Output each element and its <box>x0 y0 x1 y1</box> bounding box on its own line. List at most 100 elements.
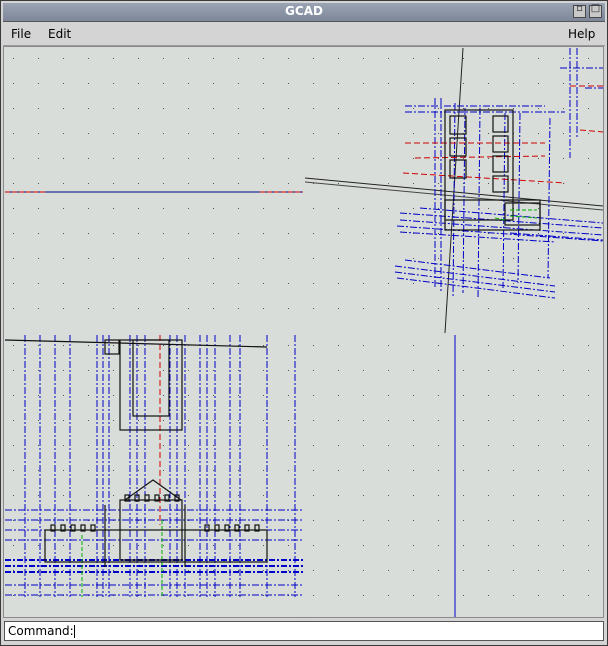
grid-dot <box>338 83 339 84</box>
grid-dot <box>588 520 589 521</box>
grid-dot <box>488 108 489 109</box>
grid-dot <box>438 495 439 496</box>
grid-dot <box>263 208 264 209</box>
grid-dot <box>338 495 339 496</box>
grid-dot <box>138 570 139 571</box>
grid-dot <box>563 445 564 446</box>
grid-dot <box>88 308 89 309</box>
grid-dot <box>263 470 264 471</box>
grid-dot <box>113 420 114 421</box>
grid-dot <box>263 83 264 84</box>
grid-dot <box>563 308 564 309</box>
grid-dot <box>138 445 139 446</box>
minimize-icon: ▫ <box>576 3 583 14</box>
grid-dot <box>438 158 439 159</box>
grid-dot <box>288 58 289 59</box>
grid-dot <box>263 570 264 571</box>
grid-dot <box>588 83 589 84</box>
grid-dot <box>263 183 264 184</box>
viewport-top-right-canvas[interactable] <box>305 48 603 333</box>
grid-dot <box>563 133 564 134</box>
maximize-button[interactable]: □ <box>589 3 602 18</box>
viewport-top-right[interactable] <box>305 48 603 333</box>
grid-dot <box>38 395 39 396</box>
grid-dot <box>313 308 314 309</box>
command-input[interactable] <box>74 625 75 638</box>
grid-dot <box>138 58 139 59</box>
grid-dot <box>13 158 14 159</box>
grid-dot <box>163 258 164 259</box>
menu-help[interactable]: Help <box>568 27 595 41</box>
grid-dot <box>63 208 64 209</box>
grid-dot <box>13 370 14 371</box>
grid-dot <box>463 420 464 421</box>
title-bar[interactable]: GCAD ▫ □ <box>3 3 605 22</box>
grid-dot <box>138 470 139 471</box>
grid-dot <box>88 208 89 209</box>
viewport-top-left-canvas[interactable] <box>5 48 303 333</box>
grid-dot <box>438 233 439 234</box>
grid-dot <box>338 570 339 571</box>
grid-dot <box>513 83 514 84</box>
grid-dot <box>263 420 264 421</box>
grid-dot <box>138 420 139 421</box>
grid-dot <box>313 395 314 396</box>
grid-dot <box>488 133 489 134</box>
grid-dot <box>463 520 464 521</box>
grid-dot <box>238 445 239 446</box>
grid-dot <box>63 158 64 159</box>
viewport-bottom-left[interactable] <box>5 335 303 617</box>
grid-dot <box>363 58 364 59</box>
grid-dot <box>563 108 564 109</box>
viewport-bottom-right[interactable] <box>305 335 603 617</box>
grid-dot <box>588 258 589 259</box>
grid-dot <box>438 395 439 396</box>
grid-dot <box>513 370 514 371</box>
grid-dot <box>363 108 364 109</box>
viewport-bottom-right-canvas[interactable] <box>305 335 603 617</box>
grid-dot <box>163 233 164 234</box>
grid-dot <box>538 83 539 84</box>
grid-dot <box>313 58 314 59</box>
grid-dot <box>163 395 164 396</box>
grid-dot <box>113 258 114 259</box>
grid-dot <box>88 545 89 546</box>
grid-dot <box>88 470 89 471</box>
menu-file[interactable]: File <box>11 27 31 41</box>
viewport-top-left[interactable] <box>5 48 303 333</box>
minimize-button[interactable]: ▫ <box>573 3 586 18</box>
grid-dot <box>338 133 339 134</box>
grid-dot <box>113 83 114 84</box>
grid-dot <box>288 233 289 234</box>
grid-dot <box>438 520 439 521</box>
grid-dot <box>138 345 139 346</box>
grid-dot <box>188 445 189 446</box>
grid-dot <box>538 595 539 596</box>
grid-dot <box>88 58 89 59</box>
grid-dot <box>588 370 589 371</box>
grid-dot <box>188 470 189 471</box>
grid-dot <box>388 545 389 546</box>
grid-dot <box>213 545 214 546</box>
grid-dot <box>563 545 564 546</box>
grid-dot <box>438 308 439 309</box>
menu-edit[interactable]: Edit <box>48 27 71 41</box>
grid-dot <box>288 420 289 421</box>
grid-dot <box>263 258 264 259</box>
grid-dot <box>138 208 139 209</box>
grid-dot <box>538 345 539 346</box>
grid-dot <box>413 58 414 59</box>
grid-dot <box>438 345 439 346</box>
grid-dot <box>288 183 289 184</box>
grid-dot <box>188 183 189 184</box>
viewport-bottom-left-canvas[interactable] <box>5 335 303 617</box>
grid-dot <box>513 420 514 421</box>
grid-dot <box>563 183 564 184</box>
grid-dot <box>313 258 314 259</box>
grid-dot <box>488 420 489 421</box>
grid-dot <box>538 158 539 159</box>
grid-dot <box>213 445 214 446</box>
grid-dot <box>88 83 89 84</box>
command-prompt-label: Command: <box>8 624 74 638</box>
grid-dot <box>538 370 539 371</box>
